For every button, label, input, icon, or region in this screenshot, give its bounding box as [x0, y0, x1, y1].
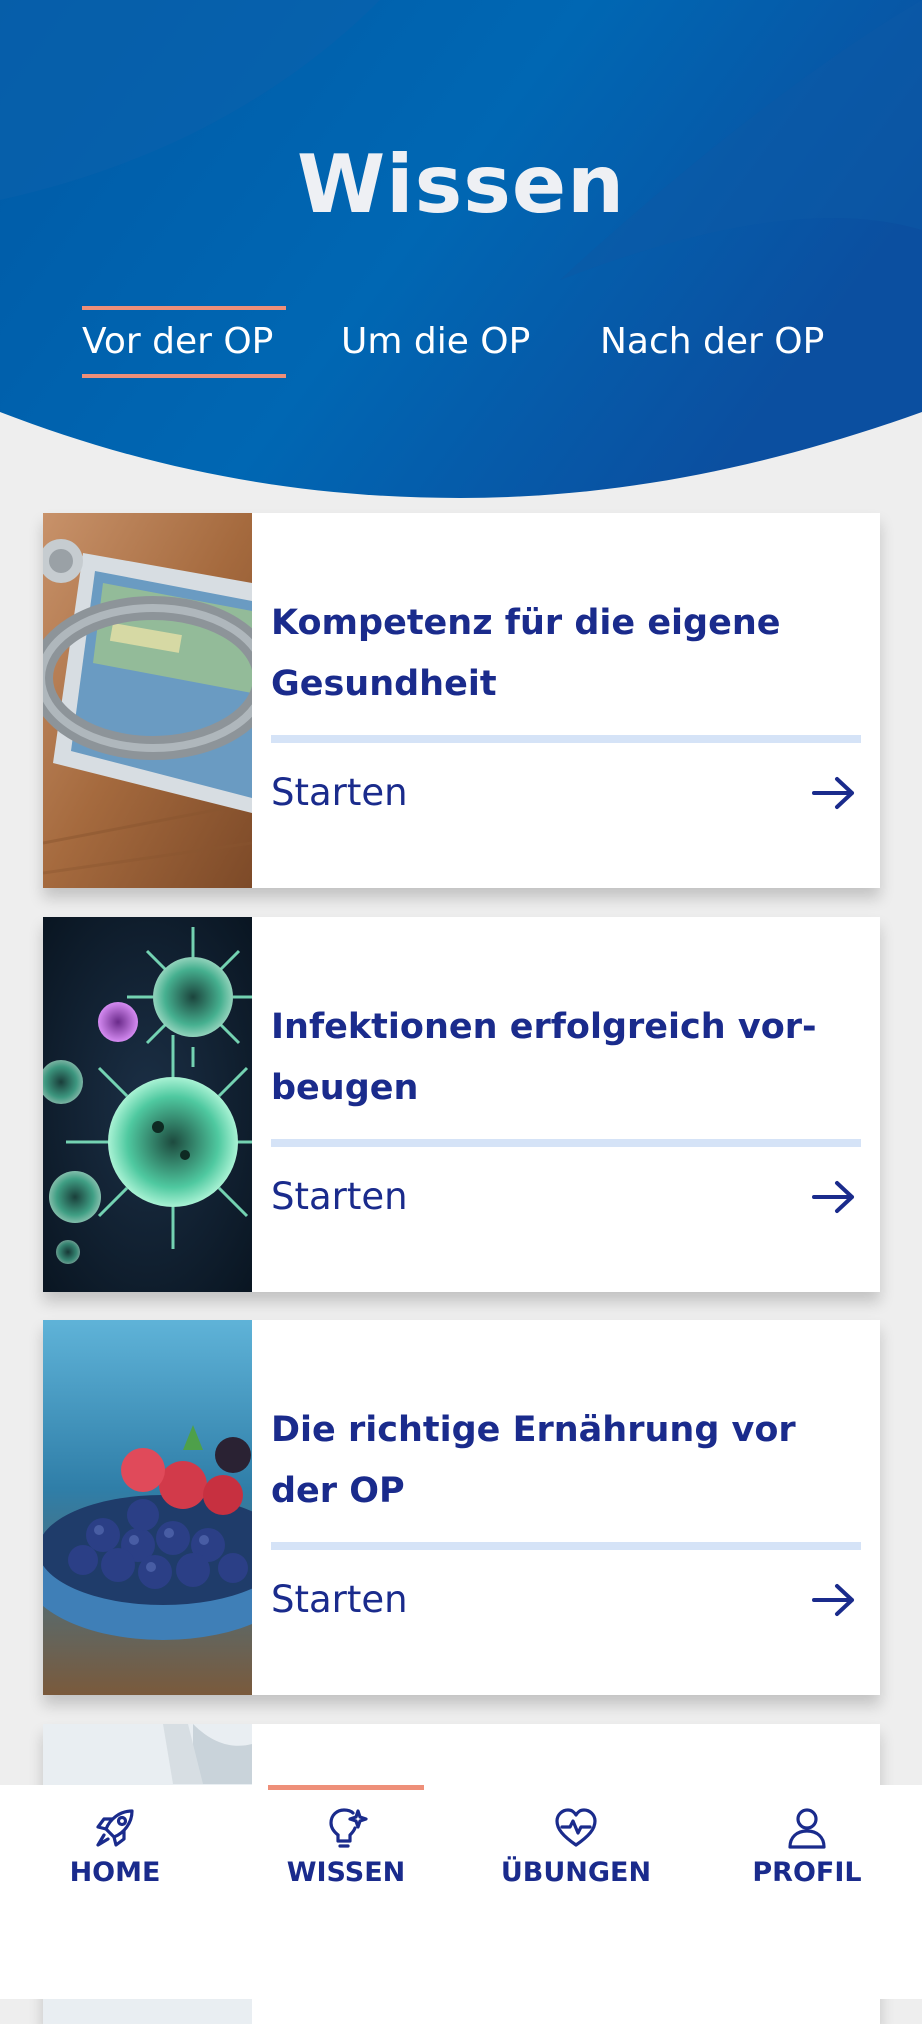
- card-title: Infektionen erfolgreich vor-beugen: [271, 1007, 817, 1108]
- arrow-right-icon[interactable]: [811, 776, 857, 810]
- stethoscope-tablet-image: [43, 513, 252, 888]
- card-start-label[interactable]: Starten: [271, 1578, 408, 1621]
- card-start-label[interactable]: Starten: [271, 1175, 408, 1218]
- knowledge-card[interactable]: Infektionen erfolgreich vor-beugen Start…: [43, 917, 880, 1292]
- header-background: [0, 0, 922, 510]
- nav-label: ÜBUNGEN: [500, 1857, 652, 1888]
- arrow-right-icon[interactable]: [811, 1180, 857, 1214]
- card-start-label[interactable]: Starten: [271, 771, 408, 814]
- tab-vor-der-op[interactable]: Vor der OP: [82, 306, 286, 378]
- lightbulb-icon: [329, 1808, 368, 1848]
- nav-uebungen[interactable]: ÜBUNGEN: [476, 1805, 676, 1925]
- berries-bowl-image: [43, 1320, 252, 1695]
- tab-um-die-op[interactable]: Um die OP: [341, 306, 547, 378]
- card-title: Die richtige Ernährung vor der OP: [271, 1410, 796, 1511]
- category-tabs: Vor der OP Um die OP Nach der OP: [0, 306, 922, 386]
- nav-home[interactable]: HOME: [15, 1805, 215, 1925]
- nav-label: HOME: [69, 1857, 161, 1888]
- nav-wissen[interactable]: WISSEN: [246, 1805, 446, 1925]
- rocket-icon: [96, 1809, 134, 1847]
- nav-label: PROFIL: [752, 1857, 862, 1888]
- tab-nach-der-op[interactable]: Nach der OP: [600, 306, 842, 378]
- user-icon: [788, 1808, 826, 1849]
- knowledge-card[interactable]: Kompetenz für die eigene Gesundheit Star…: [43, 513, 880, 888]
- bottom-navigation: HOME WISSEN ÜBUNGEN PROFIL: [0, 1785, 922, 1999]
- card-divider: [271, 735, 861, 743]
- page-title: Wissen: [296, 138, 626, 231]
- arrow-right-icon[interactable]: [811, 1583, 857, 1617]
- knowledge-card[interactable]: Die richtige Ernährung vor der OP Starte…: [43, 1320, 880, 1695]
- nav-profil[interactable]: PROFIL: [707, 1805, 907, 1925]
- card-title: Kompetenz für die eigene Gesundheit: [271, 603, 781, 704]
- card-divider: [271, 1139, 861, 1147]
- nav-label: WISSEN: [286, 1857, 406, 1888]
- virus-image: [43, 917, 252, 1292]
- card-divider: [271, 1542, 861, 1550]
- active-nav-indicator: [268, 1785, 424, 1790]
- heart-pulse-icon: [555, 1808, 597, 1847]
